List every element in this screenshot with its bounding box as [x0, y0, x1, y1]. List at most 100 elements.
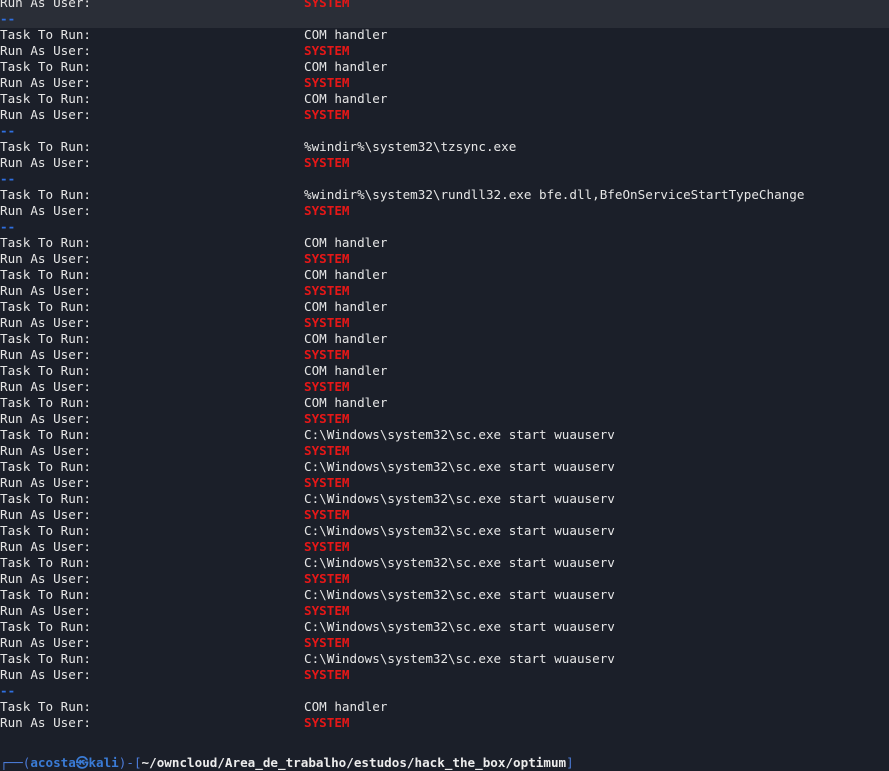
output-line: Run As User: SYSTEM [0, 107, 889, 123]
run-as-user-value: SYSTEM [304, 75, 350, 90]
field-label: Run As User: [0, 715, 91, 730]
field-label: Task To Run: [0, 59, 91, 74]
terminal-output[interactable]: Run As User: SYSTEM -- Task To Run: COM hand… [0, 0, 889, 747]
kali-at-icon: ㉿ [75, 755, 89, 770]
output-line: Run As User: SYSTEM [0, 251, 889, 267]
field-label: Task To Run: [0, 587, 91, 602]
field-label: Task To Run: [0, 267, 91, 282]
field-label: Task To Run: [0, 619, 91, 634]
separator-line: -- [0, 123, 889, 139]
field-label: Run As User: [0, 107, 91, 122]
field-label: Run As User: [0, 539, 91, 554]
task-to-run-value: COM handler [304, 299, 388, 314]
run-as-user-value: SYSTEM [304, 283, 350, 298]
prompt-path: ~/owncloud/Area_de_trabalho/estudos/hack… [141, 755, 567, 770]
prompt-frame-mid: )-[ [118, 755, 142, 770]
task-to-run-value: %windir%\system32\rundll32.exe bfe.dll,B… [304, 187, 805, 202]
run-as-user-value: SYSTEM [304, 347, 350, 362]
run-as-user-value: SYSTEM [304, 715, 350, 730]
field-label: Task To Run: [0, 491, 91, 506]
field-label: Run As User: [0, 0, 91, 10]
output-line: Run As User: SYSTEM [0, 43, 889, 59]
run-as-user-value: SYSTEM [304, 203, 350, 218]
field-label: Run As User: [0, 75, 91, 90]
output-line: Task To Run: %windir%\system32\rundll32.e… [0, 187, 889, 203]
output-line: Task To Run: C:\Windows\system32\sc.exe s… [0, 587, 889, 603]
task-to-run-value: C:\Windows\system32\sc.exe start wuauser… [304, 427, 615, 442]
field-label: Run As User: [0, 155, 91, 170]
task-to-run-value: COM handler [304, 59, 388, 74]
output-line: Task To Run: C:\Windows\system32\sc.exe s… [0, 555, 889, 571]
field-label: Task To Run: [0, 235, 91, 250]
separator-line: -- [0, 11, 889, 27]
field-label: Task To Run: [0, 395, 91, 410]
output-line: Run As User: SYSTEM [0, 507, 889, 523]
run-as-user-value: SYSTEM [304, 315, 350, 330]
output-line: Task To Run: COM handler [0, 331, 889, 347]
field-label: Task To Run: [0, 699, 91, 714]
output-line: Task To Run: %windir%\system32\tzsync.exe [0, 139, 889, 155]
shell-prompt[interactable]: ┌──(acosta㉿kali)-[~/owncloud/Area_de_tra… [0, 755, 574, 771]
field-label: Task To Run: [0, 187, 91, 202]
output-line: Task To Run: C:\Windows\system32\sc.exe s… [0, 651, 889, 667]
output-line: Task To Run: C:\Windows\system32\sc.exe s… [0, 427, 889, 443]
run-as-user-value: SYSTEM [304, 155, 350, 170]
field-label: Run As User: [0, 379, 91, 394]
field-label: Run As User: [0, 411, 91, 426]
task-to-run-value: COM handler [304, 267, 388, 282]
run-as-user-value: SYSTEM [304, 667, 350, 682]
field-label: Task To Run: [0, 459, 91, 474]
output-line: Run As User: SYSTEM [0, 75, 889, 91]
field-label: Task To Run: [0, 91, 91, 106]
field-label: Task To Run: [0, 523, 91, 538]
run-as-user-value: SYSTEM [304, 443, 350, 458]
task-to-run-value: C:\Windows\system32\sc.exe start wuauser… [304, 523, 615, 538]
field-label: Run As User: [0, 603, 91, 618]
field-label: Task To Run: [0, 331, 91, 346]
output-line: Run As User: SYSTEM [0, 203, 889, 219]
task-to-run-value: COM handler [304, 91, 388, 106]
separator-line: -- [0, 219, 889, 235]
output-line: Task To Run: COM handler [0, 699, 889, 715]
separator: -- [0, 683, 16, 698]
task-to-run-value: COM handler [304, 27, 388, 42]
run-as-user-value: SYSTEM [304, 107, 350, 122]
output-line: Task To Run: C:\Windows\system32\sc.exe s… [0, 459, 889, 475]
field-label: Run As User: [0, 475, 91, 490]
field-label: Task To Run: [0, 27, 91, 42]
run-as-user-value: SYSTEM [304, 507, 350, 522]
output-line: Task To Run: C:\Windows\system32\sc.exe s… [0, 523, 889, 539]
output-line: Run As User: SYSTEM [0, 411, 889, 427]
task-to-run-value: COM handler [304, 235, 388, 250]
prompt-frame-open: ┌──( [0, 755, 31, 770]
run-as-user-value: SYSTEM [304, 251, 350, 266]
output-line: Task To Run: COM handler [0, 395, 889, 411]
output-line: Run As User: SYSTEM [0, 571, 889, 587]
output-line: Run As User: SYSTEM [0, 315, 889, 331]
prompt-user: acosta [30, 755, 76, 770]
output-line: Run As User: SYSTEM [0, 667, 889, 683]
run-as-user-value: SYSTEM [304, 43, 350, 58]
output-line: Run As User: SYSTEM [0, 379, 889, 395]
output-line: Task To Run: COM handler [0, 91, 889, 107]
field-label: Task To Run: [0, 299, 91, 314]
field-label: Run As User: [0, 283, 91, 298]
field-label: Run As User: [0, 507, 91, 522]
field-label: Run As User: [0, 635, 91, 650]
task-to-run-value: COM handler [304, 395, 388, 410]
task-to-run-value: C:\Windows\system32\sc.exe start wuauser… [304, 619, 615, 634]
output-line: Task To Run: C:\Windows\system32\sc.exe s… [0, 491, 889, 507]
output-line: Run As User: SYSTEM [0, 283, 889, 299]
output-line: Run As User: SYSTEM [0, 0, 889, 11]
task-to-run-value: COM handler [304, 331, 388, 346]
prompt-host: kali [88, 755, 119, 770]
field-label: Run As User: [0, 571, 91, 586]
task-to-run-value: C:\Windows\system32\sc.exe start wuauser… [304, 651, 615, 666]
output-line: Run As User: SYSTEM [0, 635, 889, 651]
output-line: Task To Run: COM handler [0, 299, 889, 315]
output-line: Run As User: SYSTEM [0, 539, 889, 555]
field-label: Task To Run: [0, 555, 91, 570]
output-line: Task To Run: COM handler [0, 267, 889, 283]
task-to-run-value: COM handler [304, 363, 388, 378]
